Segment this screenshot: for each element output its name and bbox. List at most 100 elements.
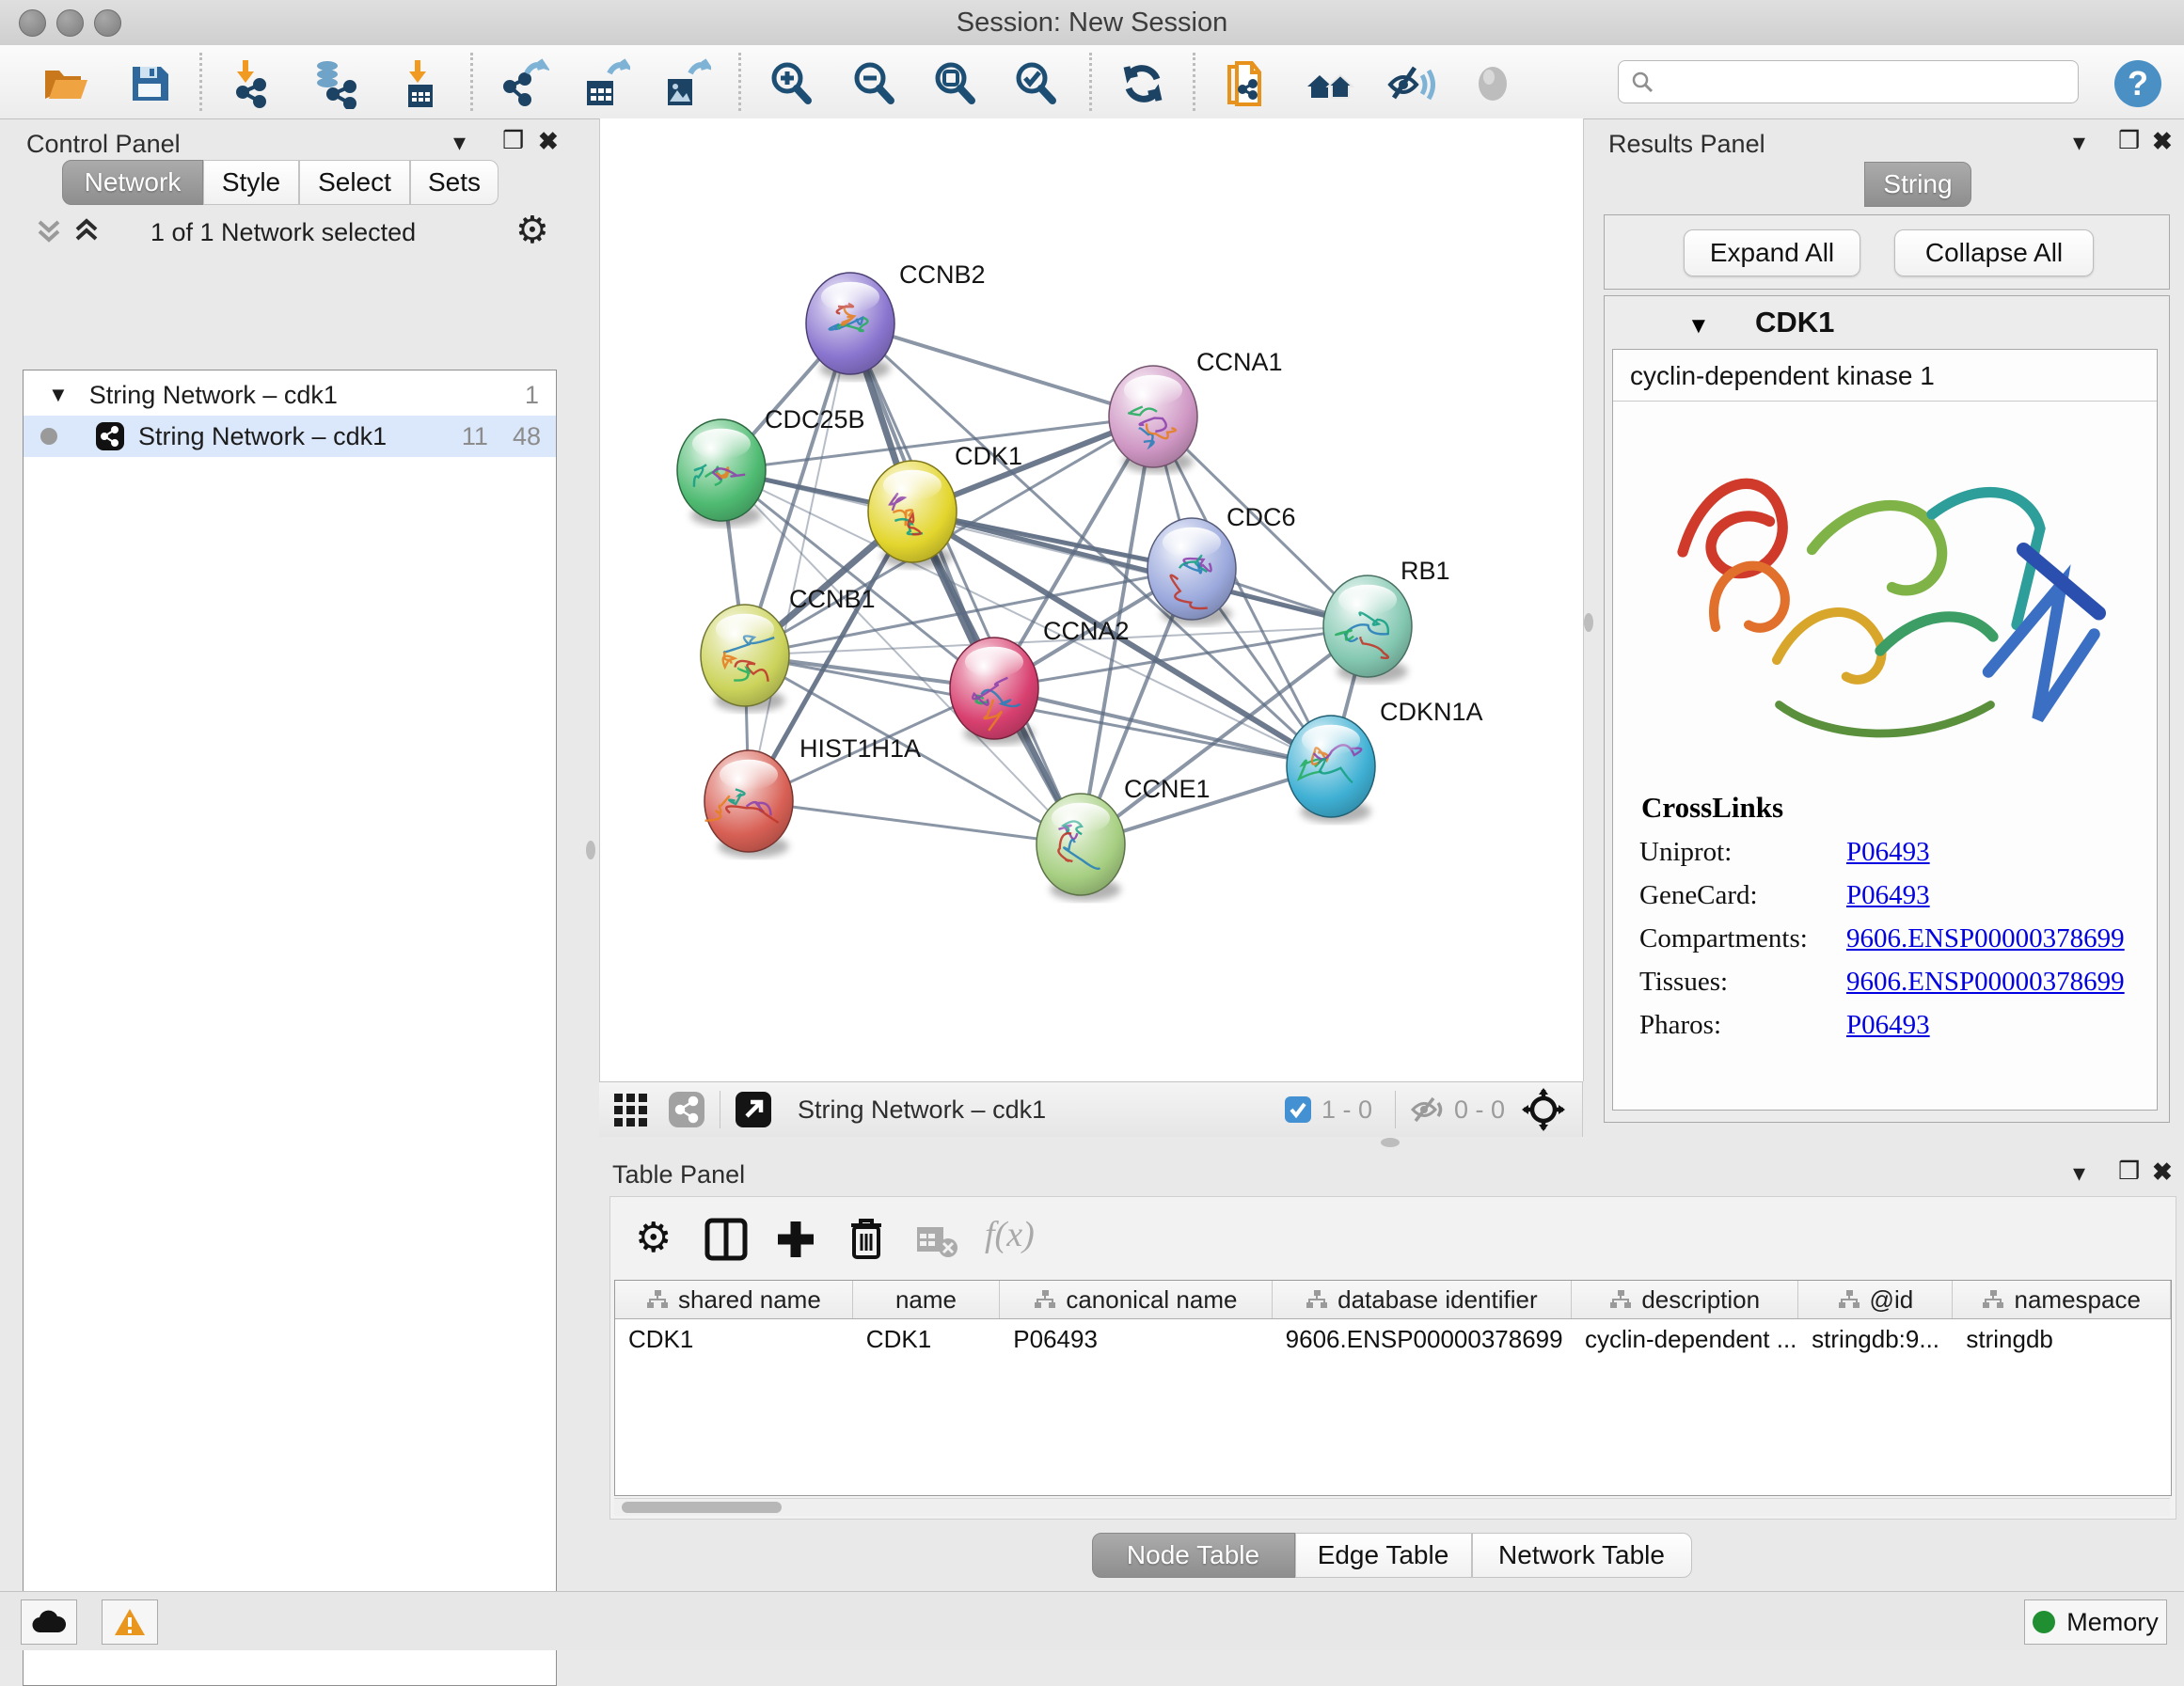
help-icon[interactable]: ?: [2111, 56, 2165, 111]
crosslink-link[interactable]: 9606.ENSP00000378699: [1846, 967, 2125, 998]
tab-network[interactable]: Network: [62, 160, 203, 205]
horizontal-splitter-handle[interactable]: [1381, 1138, 1400, 1147]
network-node-ccna2[interactable]: [950, 638, 1038, 745]
network-options-gear-icon[interactable]: ⚙: [515, 209, 549, 252]
table-cell[interactable]: stringdb: [1953, 1319, 2171, 1359]
open-in-browser-icon[interactable]: [734, 1090, 773, 1129]
column-header-namespace[interactable]: namespace: [1953, 1281, 2171, 1318]
import-network-file-icon[interactable]: [228, 56, 282, 111]
column-header-label: namespace: [2014, 1285, 2140, 1315]
network-canvas[interactable]: CCNB2CCNA1CDC25BCDK1CDC6RB1CCNB1CCNA2CDK…: [599, 118, 1584, 1081]
table-cell[interactable]: 9606.ENSP00000378699: [1273, 1319, 1572, 1359]
network-node-rb1[interactable]: [1323, 575, 1412, 683]
tab-edge-table[interactable]: Edge Table: [1295, 1533, 1472, 1578]
table-panel-float-icon[interactable]: ❒: [2118, 1158, 2140, 1183]
table-cell[interactable]: P06493: [1000, 1319, 1272, 1359]
import-network-database-icon[interactable]: [310, 56, 365, 111]
table-cell[interactable]: CDK1: [853, 1319, 1001, 1359]
tab-node-table[interactable]: Node Table: [1092, 1533, 1295, 1578]
network-node-cdc25b[interactable]: [677, 419, 766, 527]
zoom-in-icon[interactable]: [764, 56, 818, 111]
crosslink-link[interactable]: P06493: [1846, 1010, 1930, 1041]
refresh-icon[interactable]: [1116, 56, 1170, 111]
hidden-eye-icon[interactable]: [1409, 1095, 1445, 1125]
zoom-out-icon[interactable]: [847, 56, 901, 111]
network-node-ccnb1[interactable]: [701, 605, 789, 712]
memory-button[interactable]: Memory: [2024, 1599, 2167, 1645]
crosslink-link[interactable]: P06493: [1846, 880, 1930, 911]
tab-style[interactable]: Style: [203, 160, 299, 205]
hide-unhide-icon[interactable]: [1385, 56, 1439, 111]
control-panel-float-icon[interactable]: ❒: [502, 128, 524, 152]
home-networks-icon[interactable]: [1304, 56, 1358, 111]
column-header-name[interactable]: name: [853, 1281, 1000, 1318]
crosslink-link[interactable]: 9606.ENSP00000378699: [1846, 923, 2125, 954]
export-table-icon[interactable]: [578, 56, 632, 111]
manage-files-icon[interactable]: [1221, 56, 1275, 111]
tab-string[interactable]: String: [1864, 162, 1971, 207]
table-cell[interactable]: CDK1: [615, 1319, 853, 1359]
control-panel-close-icon[interactable]: ✖: [538, 129, 559, 153]
table-cell[interactable]: stringdb:9...: [1798, 1319, 1953, 1359]
table-panel-menu-icon[interactable]: ▾: [2073, 1160, 2085, 1185]
zoom-selected-icon[interactable]: [1008, 56, 1063, 111]
column-header-id[interactable]: @id: [1798, 1281, 1953, 1318]
network-edge[interactable]: [749, 801, 1081, 844]
export-image-icon[interactable]: [658, 56, 713, 111]
warnings-button[interactable]: [102, 1599, 158, 1645]
network-edge[interactable]: [994, 688, 1331, 766]
table-horizontal-scrollbar[interactable]: [614, 1498, 2170, 1516]
save-session-icon[interactable]: [122, 56, 177, 111]
results-panel-menu-icon[interactable]: ▾: [2073, 130, 2085, 154]
collapse-all-button[interactable]: Collapse All: [1894, 229, 2094, 276]
network-node-cdkn1a[interactable]: [1287, 716, 1375, 823]
column-header-description[interactable]: description: [1572, 1281, 1798, 1318]
network-node-ccna1[interactable]: [1109, 366, 1197, 473]
results-panel-float-icon[interactable]: ❒: [2118, 128, 2140, 152]
table-cell[interactable]: cyclin-dependent ...: [1572, 1319, 1798, 1359]
vertical-splitter-handle[interactable]: [1584, 613, 1593, 632]
table-row[interactable]: CDK1CDK1P064939606.ENSP00000378699cyclin…: [615, 1319, 2171, 1359]
tab-sets[interactable]: Sets: [410, 160, 499, 205]
results-panel-close-icon[interactable]: ✖: [2152, 129, 2173, 153]
tab-network-table[interactable]: Network Table: [1472, 1533, 1692, 1578]
column-header-sharedname[interactable]: shared name: [615, 1281, 853, 1318]
gene-symbol: CDK1: [1755, 306, 1834, 339]
control-panel-menu-icon[interactable]: ▾: [453, 130, 466, 154]
network-node-hist1h1a[interactable]: [704, 750, 793, 858]
delete-column-trash-icon[interactable]: [846, 1216, 887, 1261]
cloud-status-button[interactable]: [21, 1599, 77, 1645]
collapse-all-networks-icon[interactable]: [34, 214, 64, 246]
open-session-icon[interactable]: [38, 56, 92, 111]
network-node-ccnb2[interactable]: [806, 273, 894, 380]
tab-select[interactable]: Select: [299, 160, 410, 205]
scrollbar-thumb[interactable]: [622, 1502, 782, 1513]
expand-all-button[interactable]: Expand All: [1684, 229, 1860, 276]
fit-content-crosshair-icon[interactable]: [1522, 1088, 1565, 1131]
network-collection-row[interactable]: ▼ String Network – cdk1 1: [24, 374, 556, 416]
network-edge[interactable]: [850, 323, 1153, 417]
vertical-splitter-handle[interactable]: [586, 841, 595, 859]
expand-all-networks-icon[interactable]: [71, 214, 102, 246]
select-columns-icon[interactable]: [704, 1218, 748, 1261]
zoom-fit-icon[interactable]: [927, 56, 982, 111]
birds-eye-view-icon[interactable]: [612, 1090, 652, 1129]
table-options-gear-icon[interactable]: ⚙: [635, 1214, 672, 1262]
selected-checkbox-icon[interactable]: [1284, 1095, 1312, 1124]
export-network-icon[interactable]: [497, 56, 551, 111]
toolbar-separator: [199, 53, 202, 111]
network-edge[interactable]: [850, 323, 1081, 844]
network-node-ccne1[interactable]: [1037, 794, 1125, 901]
network-row-selected[interactable]: String Network – cdk1 11 48: [24, 416, 556, 457]
column-header-databaseidentifier[interactable]: database identifier: [1273, 1281, 1572, 1318]
search-input[interactable]: [1662, 67, 2078, 98]
crosslink-link[interactable]: P06493: [1846, 837, 1930, 868]
import-table-icon[interactable]: [393, 56, 448, 111]
tree-expander-icon[interactable]: ▼: [48, 383, 69, 407]
network-node-cdk1[interactable]: [868, 461, 957, 568]
string-view-icon[interactable]: [667, 1090, 706, 1129]
table-panel-close-icon[interactable]: ✖: [2152, 1159, 2173, 1184]
column-header-canonicalname[interactable]: canonical name: [1000, 1281, 1272, 1318]
add-column-icon[interactable]: [774, 1218, 817, 1261]
section-expander-icon[interactable]: ▼: [1687, 313, 1710, 339]
